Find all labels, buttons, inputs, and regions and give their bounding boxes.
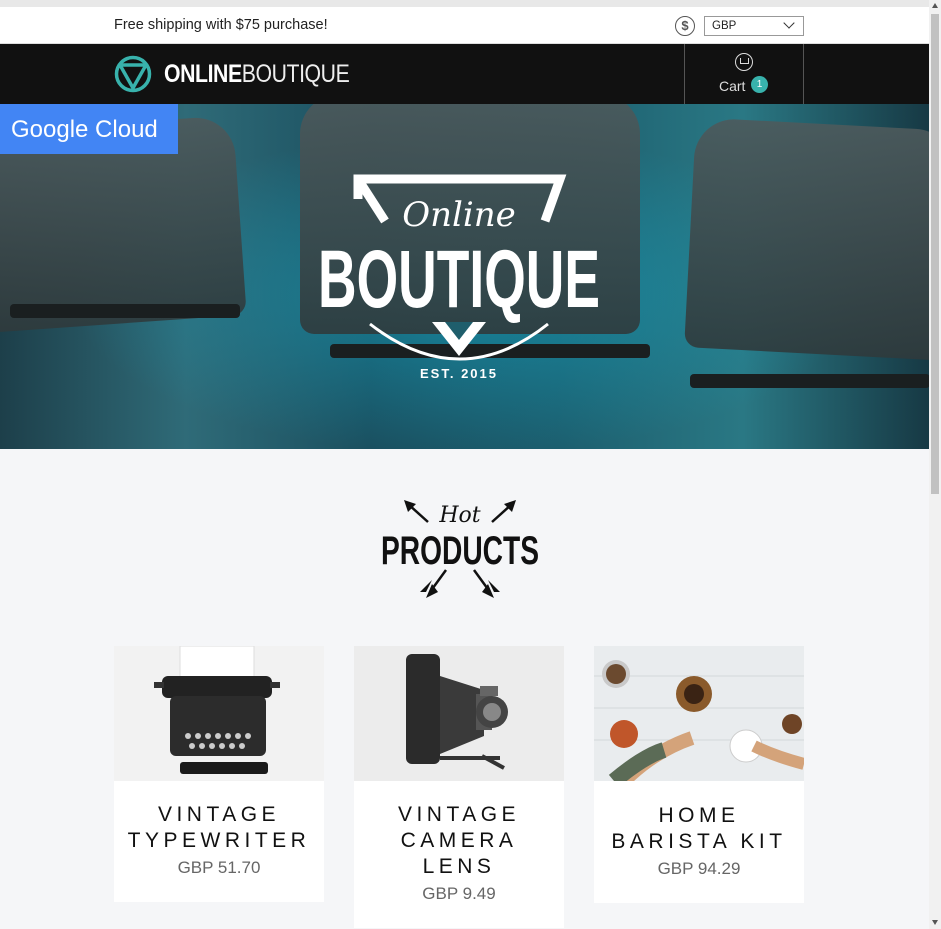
product-price: GBP 94.29 <box>657 859 741 878</box>
product-name-line[interactable]: VINTAGE <box>354 802 564 828</box>
hot-products-heading: Hot PRODUCTS <box>381 500 539 598</box>
logo-text-thin: BOUTIQUE <box>241 59 350 88</box>
currency-select[interactable]: GBP <box>704 16 804 36</box>
product-name-line[interactable]: BARISTA KIT <box>594 829 804 855</box>
cart-count-badge: 1 <box>751 76 768 93</box>
scrollbar-thumb[interactable] <box>931 14 939 494</box>
chevron-down-icon <box>783 17 795 29</box>
logo-triangle-icon <box>114 55 152 93</box>
product-price: GBP 9.49 <box>422 884 496 903</box>
browser-top-strip <box>0 0 929 7</box>
logo-text: ONLINEBOUTIQUE <box>164 59 350 89</box>
product-name-line[interactable]: CAMERA <box>354 828 564 854</box>
hero-banner: Online BOUTIQUE EST. 2015 <box>0 104 929 449</box>
product-card-camera[interactable]: VINTAGE CAMERA LENS GBP 9.49 <box>354 646 564 928</box>
product-card-typewriter[interactable]: VINTAGE TYPEWRITER GBP 51.70 <box>114 646 324 902</box>
product-price: GBP 51.70 <box>177 858 261 877</box>
product-name-line[interactable]: LENS <box>354 854 564 880</box>
hero-boutique-text: BOUTIQUE <box>318 234 600 325</box>
free-shipping-message: Free shipping with $75 purchase! <box>114 17 328 33</box>
dollar-circle-icon: $ <box>675 16 695 36</box>
page-scrollbar[interactable] <box>929 0 941 929</box>
site-logo[interactable]: ONLINEBOUTIQUE <box>114 55 382 93</box>
product-card-barista[interactable]: HOME BARISTA KIT GBP 94.29 <box>594 646 804 903</box>
cart-label: Cart <box>719 78 746 94</box>
product-name-line[interactable]: TYPEWRITER <box>114 828 324 854</box>
logo-text-bold: ONLINE <box>164 59 242 88</box>
announcement-bar: Free shipping with $75 purchase! $ GBP <box>0 7 929 44</box>
currency-selected-value: GBP <box>712 20 737 32</box>
cart-icon <box>735 53 753 71</box>
google-cloud-badge[interactable]: Google Cloud <box>0 104 178 154</box>
scroll-down-arrow-icon[interactable] <box>932 920 938 925</box>
product-name-line[interactable]: HOME <box>594 803 804 829</box>
hot-text: Hot <box>438 503 480 528</box>
hero-online-text: Online <box>402 195 516 235</box>
scroll-up-arrow-icon[interactable] <box>932 3 938 8</box>
product-image-barista[interactable] <box>594 646 804 781</box>
hero-est-text: EST. 2015 <box>420 366 498 381</box>
cart-button[interactable]: Cart 1 <box>684 44 804 104</box>
typewriter-illustration <box>154 646 280 774</box>
products-text: PRODUCTS <box>381 529 539 573</box>
barista-illustration <box>594 646 804 781</box>
product-image-typewriter[interactable] <box>114 646 324 781</box>
navbar: ONLINEBOUTIQUE Cart 1 <box>0 44 929 104</box>
camera-illustration <box>406 654 508 770</box>
product-name-line[interactable]: VINTAGE <box>114 802 324 828</box>
product-image-camera[interactable] <box>354 646 564 781</box>
hero-logo-emblem: Online BOUTIQUE EST. 2015 <box>318 174 600 381</box>
